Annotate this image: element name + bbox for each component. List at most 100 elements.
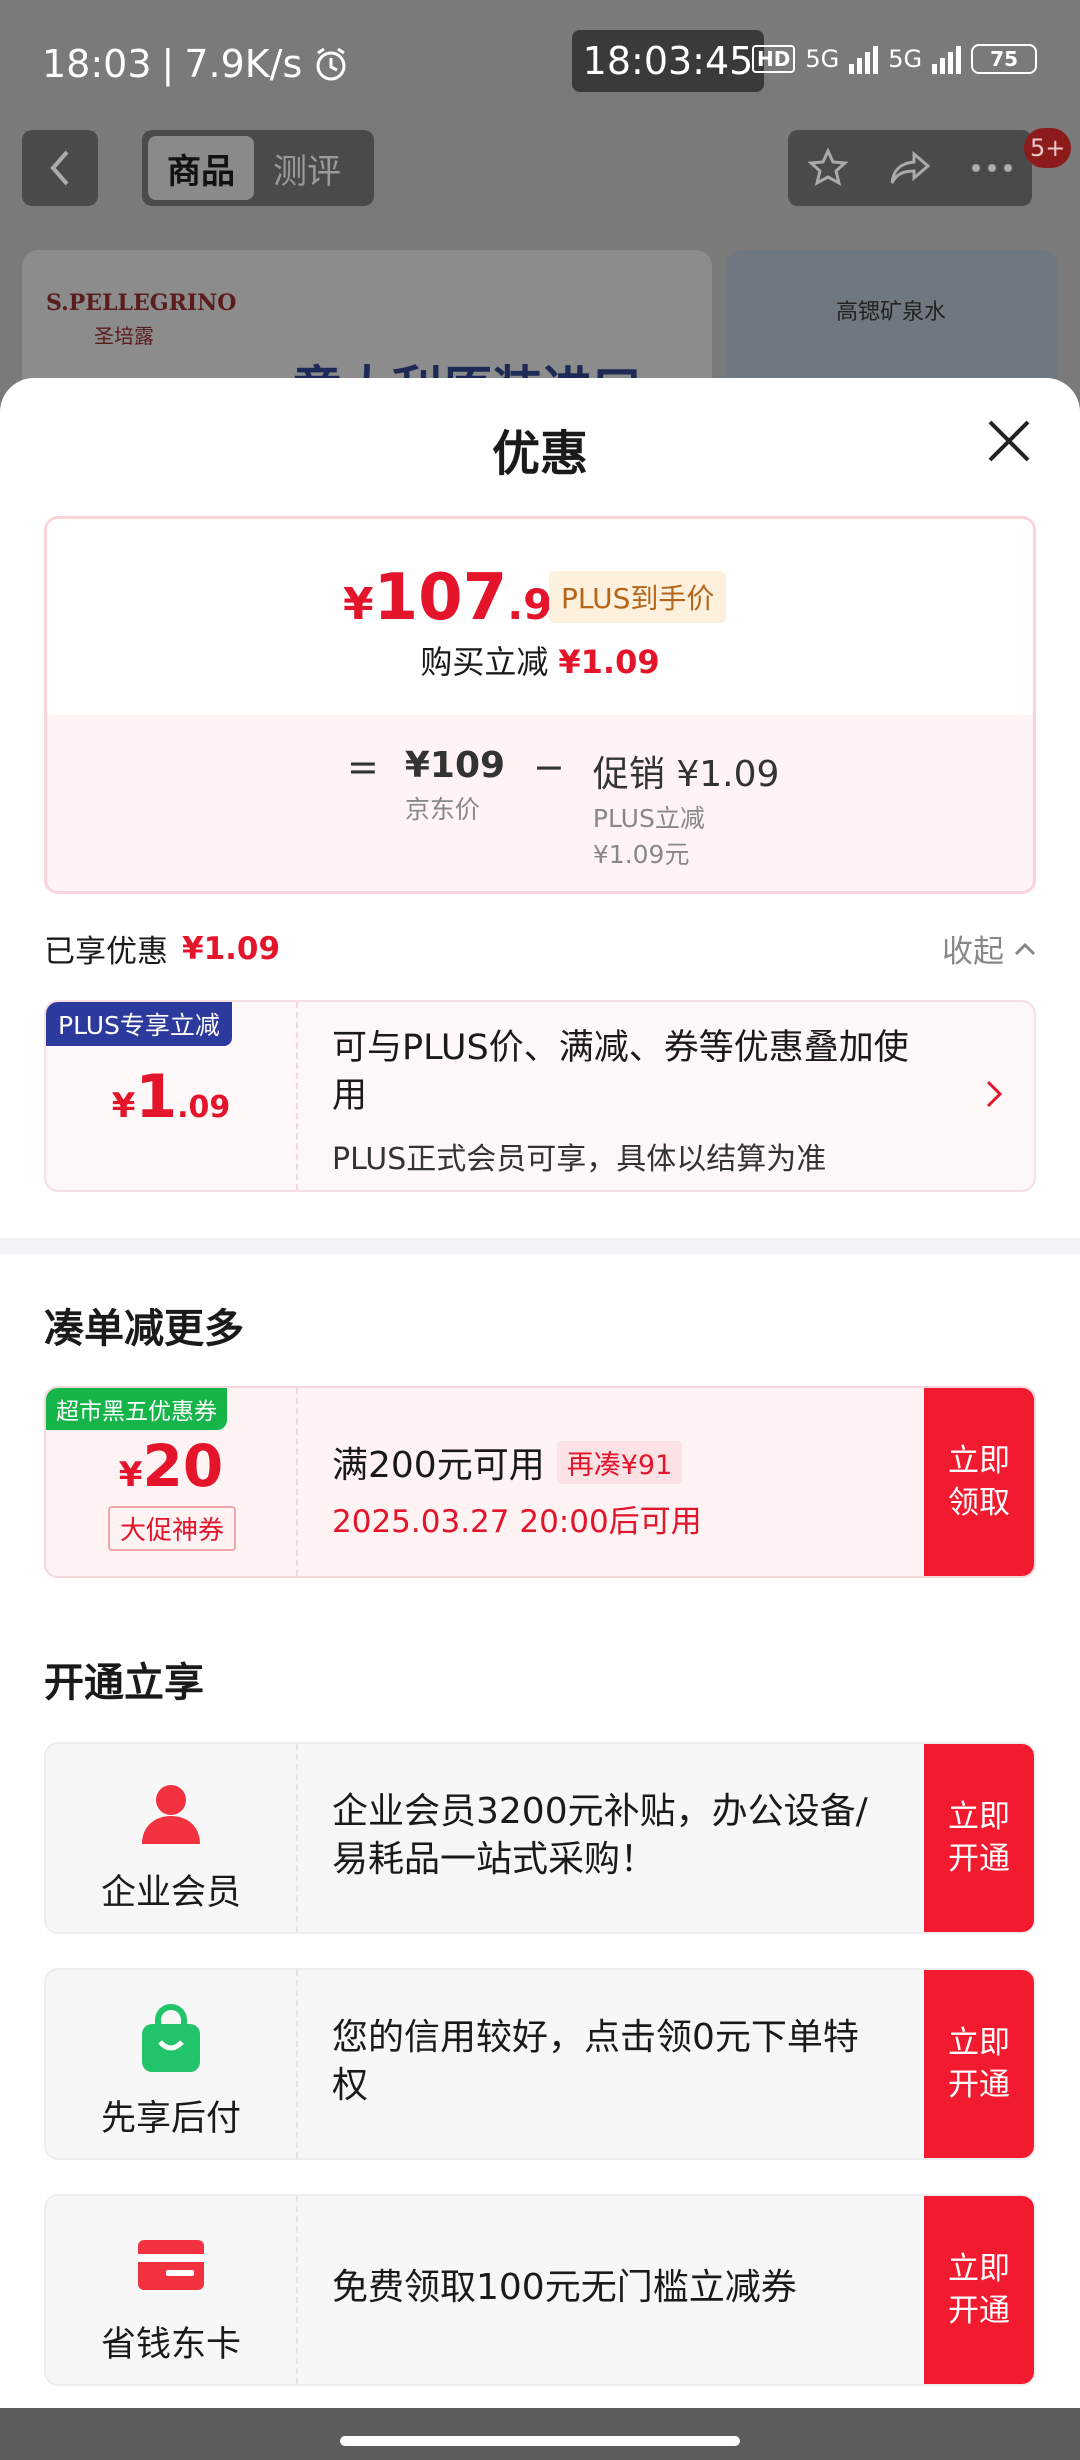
enjoyed-amount: ¥1.09 [182, 930, 281, 967]
person-icon [142, 1785, 200, 1844]
status-left: 18:03 | 7.9K/s [42, 42, 350, 86]
coupon-condition: 满200元可用 [332, 1445, 545, 1486]
plus-price-tag: PLUS到手价 [549, 571, 727, 623]
network-type-1: 5G [805, 45, 840, 73]
promo-sub2: ¥1.09元 [592, 840, 690, 869]
section-title-open: 开通立享 [44, 1660, 204, 1706]
coupon-value: 20 [142, 1432, 224, 1500]
hd-icon: HD [752, 45, 796, 73]
promo-label: 促销 ¥1.09 [592, 754, 780, 795]
nav-bar-area [0, 2408, 1080, 2460]
equals-sign: = [347, 745, 379, 789]
coupon-amount: ¥20 [46, 1432, 296, 1500]
price-integer: 107 [373, 561, 508, 635]
buy-discount-line: 购买立减 ¥1.09 [47, 637, 1033, 683]
collapse-label: 收起 [942, 934, 1004, 970]
close-icon[interactable] [984, 416, 1034, 466]
coupon-divider [296, 1388, 298, 1576]
service-card-enterprise: 企业会员 企业会员3200元补贴，办公设备/易耗品一站式采购！ 立即 开通 [44, 1742, 1036, 1934]
clock-chip: 18:03:45 [572, 30, 764, 92]
jd-price-label: 京东价 [404, 795, 480, 824]
network-type-2: 5G [888, 45, 923, 73]
brand-en: S.PELLEGRINO [46, 290, 237, 316]
tab-review[interactable]: 测评 [254, 136, 360, 200]
claim-coupon-button[interactable]: 立即 领取 [924, 1388, 1034, 1576]
section-gap [0, 1238, 1080, 1254]
chevron-left-icon [50, 150, 69, 186]
status-icons: HD 5G 5G 75 [752, 44, 1038, 74]
plus-amount: ¥1.09 [46, 1062, 296, 1132]
section-title-more: 凑单减更多 [44, 1306, 244, 1352]
brand-cn: 圣培露 [94, 324, 154, 348]
price-summary: ¥ 107 .91 PLUS到手价 购买立减 ¥1.09 [47, 519, 1033, 715]
service-desc: 您的信用较好，点击领0元下单特权 [332, 2017, 859, 2106]
status-time: 18:03 [42, 42, 152, 86]
coupon-more-tag: 再凑¥91 [556, 1440, 683, 1484]
coupon-date: 2025.03.27 20:00后可用 [332, 1504, 702, 1540]
signal-icon-2 [932, 44, 962, 74]
plus-chip: PLUS专享立减 [46, 1002, 232, 1046]
buy-amount: ¥1.09 [558, 643, 660, 681]
price-formula: = ¥109 京东价 − 促销 ¥1.09 PLUS立减 ¥1.09元 [47, 715, 1033, 891]
price-currency: ¥ [343, 579, 374, 630]
card-divider [296, 1002, 298, 1190]
jd-price-block: ¥109 京东价 [405, 745, 505, 828]
plus-discount-card[interactable]: PLUS专享立减 ¥1.09 可与PLUS价、满减、券等优惠叠加使用 PLUS正… [44, 1000, 1036, 1192]
promo-block: 促销 ¥1.09 PLUS立减 ¥1.09元 [593, 745, 780, 873]
buy-label: 购买立减 [420, 643, 549, 681]
promo-sub1: PLUS立减 [592, 804, 705, 833]
plus-desc: 可与PLUS价、满减、券等优惠叠加使用 [332, 1028, 909, 1116]
plus-integer: 1 [135, 1062, 178, 1132]
formula-row: = ¥109 京东价 − 促销 ¥1.09 PLUS立减 ¥1.09元 [347, 745, 779, 873]
network-speed: 7.9K/s [184, 42, 303, 86]
chevron-right-icon [986, 1080, 1003, 1108]
service-card-paylater: 先享后付 您的信用较好，点击领0元下单特权 立即 开通 [44, 1968, 1036, 2160]
top-actions [788, 130, 1032, 206]
back-button[interactable] [22, 130, 98, 206]
battery-icon: 75 [971, 44, 1038, 74]
product-tabs: 商品 测评 [142, 130, 374, 206]
plus-decimal: .09 [177, 1090, 231, 1125]
home-indicator[interactable] [340, 2436, 740, 2446]
service-divider [296, 2196, 298, 2384]
plus-currency: ¥ [111, 1086, 136, 1126]
collapse-button[interactable]: 收起 [942, 926, 1036, 971]
coupon-chip: 超市黑五优惠券 [46, 1388, 227, 1430]
service-name: 先享后付 [100, 2099, 241, 2139]
open-paylater-button[interactable]: 立即 开通 [924, 1970, 1034, 2158]
service-divider [296, 1744, 298, 1932]
card-icon [138, 2240, 204, 2290]
enjoyed-label: 已享优惠 [44, 934, 168, 970]
status-bar: 18:03 | 7.9K/s 18:03:45 HD 5G 5G 75 [0, 0, 1080, 130]
shopping-bag-icon [142, 2004, 200, 2072]
coupon-label: 大促神券 [108, 1506, 237, 1551]
tab-product[interactable]: 商品 [148, 136, 254, 200]
status-separator: | [161, 42, 175, 86]
service-desc: 企业会员3200元补贴，办公设备/易耗品一站式采购！ [332, 1791, 868, 1880]
service-name: 企业会员 [100, 1873, 241, 1913]
discount-sheet: 优惠 ¥ 107 .91 PLUS到手价 购买立减 ¥1.09 = ¥109 京东… [0, 378, 1080, 2408]
chevron-up-icon [1014, 942, 1036, 955]
coupon-card: 超市黑五优惠券 ¥20 大促神券 满200元可用 再凑¥91 2025.03.2… [44, 1386, 1036, 1578]
share-icon[interactable] [886, 146, 934, 190]
minus-sign: − [533, 745, 565, 789]
service-name: 省钱东卡 [100, 2325, 241, 2365]
service-divider [296, 1970, 298, 2158]
open-savings-button[interactable]: 立即 开通 [924, 2196, 1034, 2384]
star-icon[interactable] [806, 146, 850, 190]
price-breakdown: ¥ 107 .91 PLUS到手价 购买立减 ¥1.09 = ¥109 京东价 −… [44, 516, 1036, 894]
banner-side-text: 高锶矿泉水 [836, 300, 947, 325]
jd-price: ¥109 [404, 745, 506, 786]
service-card-savings: 省钱东卡 免费领取100元无门槛立减券 立即 开通 [44, 2194, 1036, 2386]
open-enterprise-button[interactable]: 立即 开通 [924, 1744, 1034, 1932]
plus-price: ¥ 107 .91 [343, 561, 582, 635]
signal-icon [849, 44, 879, 74]
plus-sub: PLUS正式会员可享，具体以结算为准 [332, 1142, 827, 1177]
service-desc: 免费领取100元无门槛立减券 [332, 2267, 797, 2308]
notification-badge: 5+ [1024, 128, 1072, 168]
alarm-icon [316, 47, 346, 81]
sheet-title: 优惠 [491, 426, 588, 482]
coupon-condition-row: 满200元可用 再凑¥91 [332, 1436, 683, 1488]
more-icon[interactable] [970, 163, 1014, 173]
coupon-currency: ¥ [118, 1455, 143, 1495]
